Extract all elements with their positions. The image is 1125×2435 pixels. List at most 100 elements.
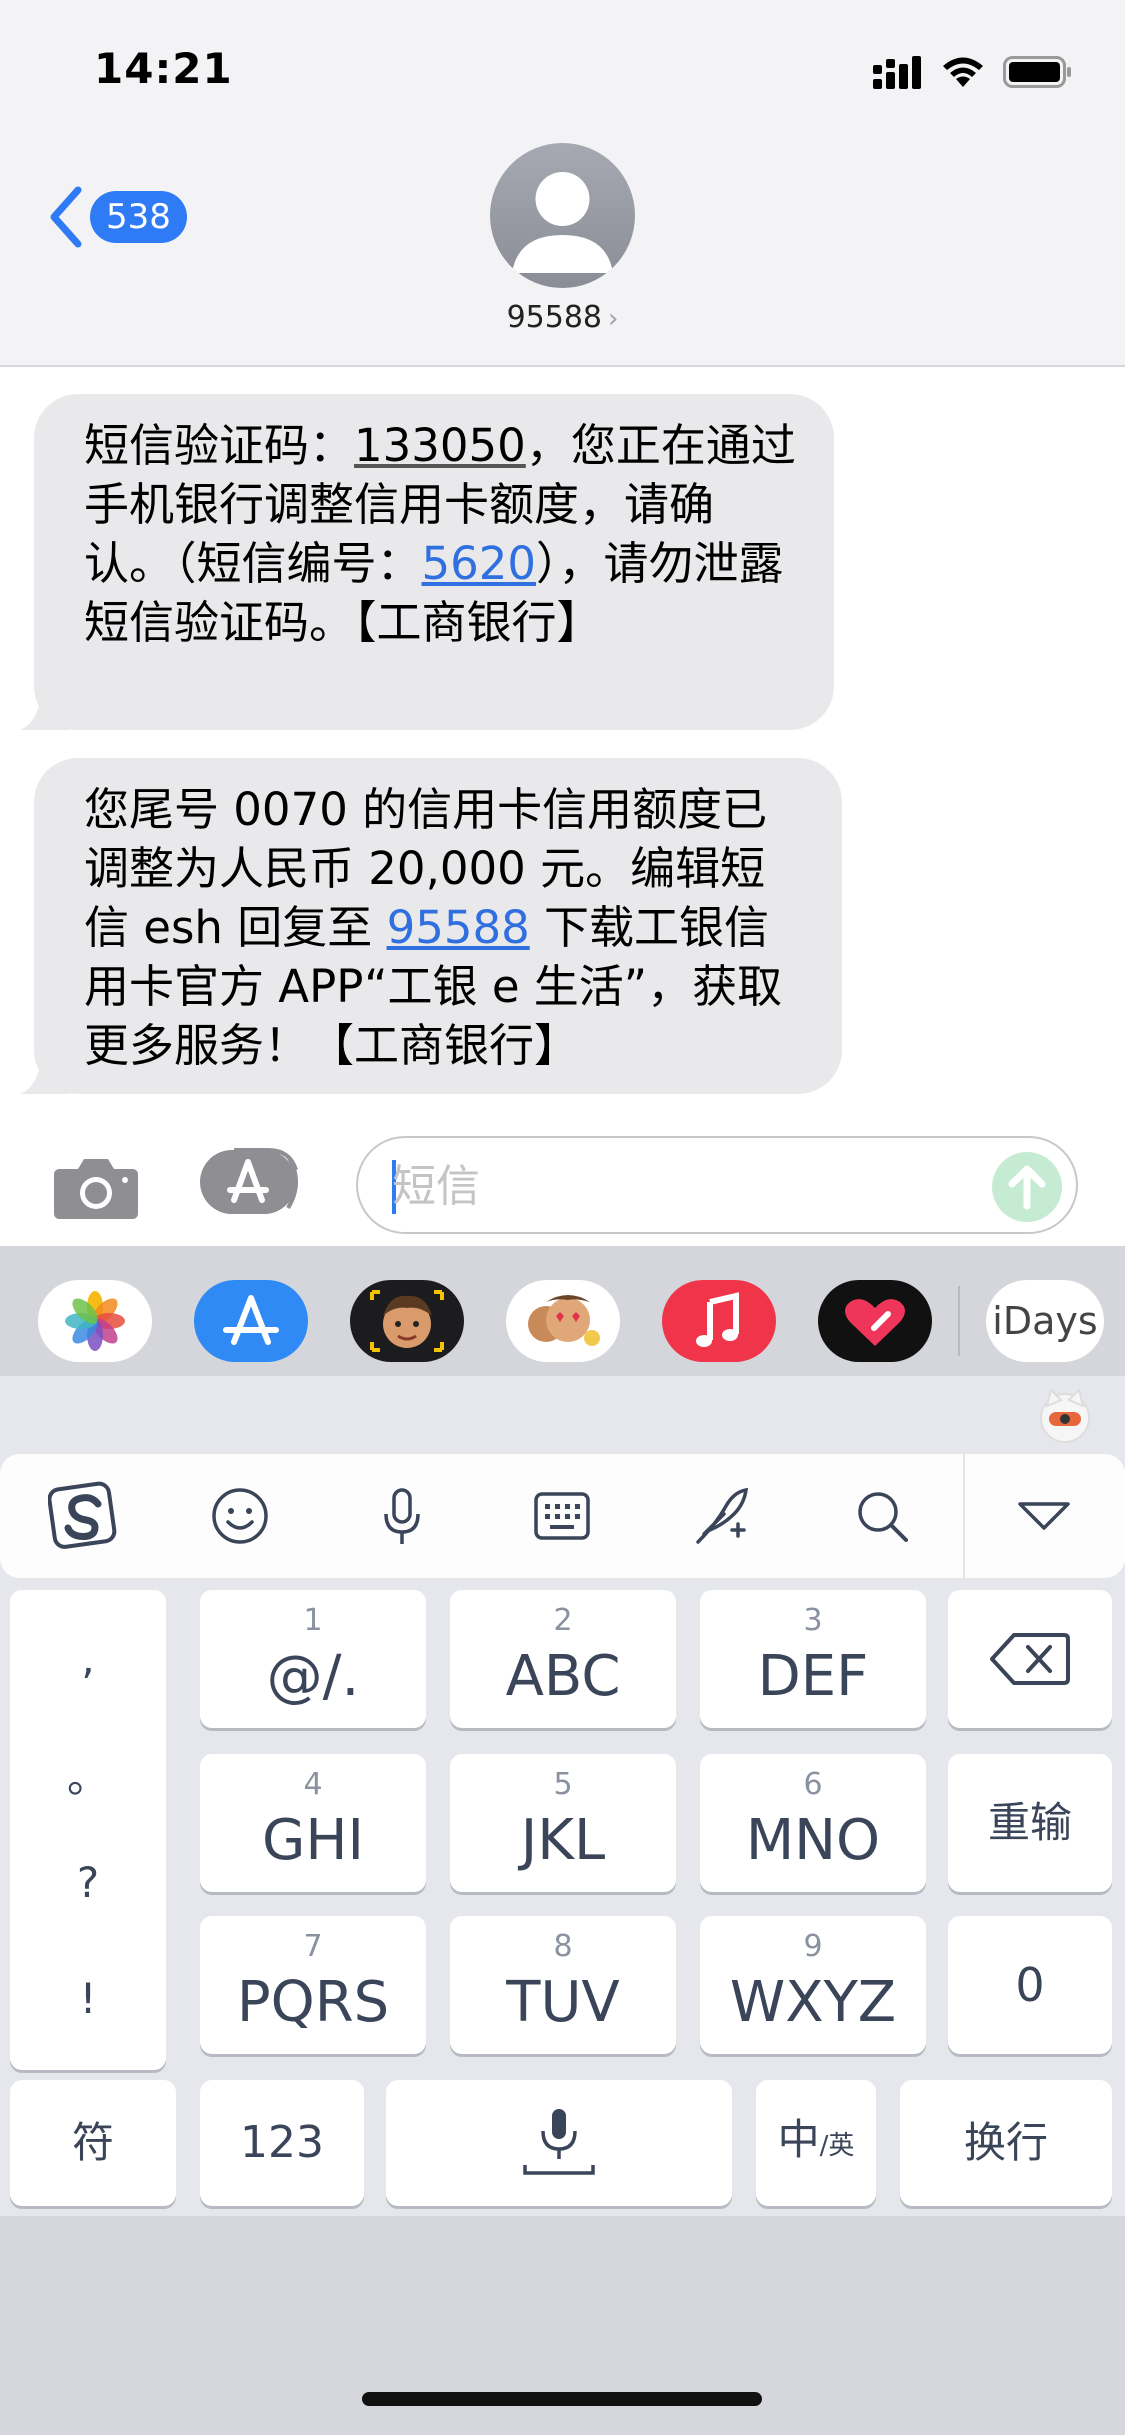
- key-4[interactable]: 4 GHI: [200, 1754, 426, 1892]
- message-text: 短信验证码：: [84, 419, 355, 472]
- key-letters: MNO: [745, 1808, 881, 1873]
- keyboard: , 。 ? ! 1 @/. 2 ABC 3 DEF 4 GHI 5 JKL 6 …: [0, 1376, 1125, 2216]
- key-number: 4: [303, 1767, 323, 1802]
- sogou-logo-icon[interactable]: [48, 1480, 120, 1552]
- emoji-icon[interactable]: [208, 1484, 272, 1548]
- return-key[interactable]: 换行: [900, 2080, 1112, 2206]
- reference-number-link[interactable]: 5620: [422, 537, 537, 590]
- language-switch-key[interactable]: 中/英: [756, 2080, 876, 2206]
- memoji-icon: [370, 1290, 444, 1352]
- message-bubble[interactable]: 您尾号 0070 的信用卡信用额度已调整为人民币 20,000 元。编辑短信 e…: [20, 758, 842, 1094]
- back-button[interactable]: 538: [48, 186, 187, 248]
- punct-exclamation[interactable]: !: [10, 1974, 166, 2023]
- arrow-up-icon: [1008, 1165, 1046, 1210]
- home-indicator[interactable]: [362, 2392, 762, 2406]
- punct-period[interactable]: 。: [10, 1744, 166, 1805]
- send-button[interactable]: [992, 1152, 1062, 1222]
- bubble-tail: [20, 686, 70, 730]
- memoji-app[interactable]: [350, 1280, 464, 1362]
- contact-name[interactable]: 95588 ›: [0, 300, 1125, 335]
- unread-count-badge: 538: [90, 191, 187, 243]
- key-0[interactable]: 0: [948, 1916, 1112, 2054]
- key-number: 7: [303, 1929, 323, 1964]
- bubble-tail: [20, 1050, 70, 1094]
- idays-app[interactable]: iDays: [986, 1280, 1104, 1362]
- contact-number: 95588: [506, 300, 603, 335]
- camera-button[interactable]: [52, 1155, 140, 1225]
- key-letters: PQRS: [236, 1970, 390, 2035]
- battery-icon: [1003, 56, 1071, 88]
- digital-touch-app[interactable]: [818, 1280, 932, 1362]
- chevron-right-icon: ›: [608, 304, 619, 334]
- idays-label: iDays: [992, 1299, 1098, 1343]
- key-letters: WXYZ: [729, 1970, 897, 2035]
- app-drawer-divider: [958, 1286, 960, 1356]
- key-letters: TUV: [506, 1970, 620, 2035]
- cellular-signal-icon: [873, 56, 921, 89]
- key-letters: ABC: [505, 1644, 621, 1709]
- animoji-stickers-app[interactable]: [506, 1280, 620, 1362]
- keyboard-toolbar: [0, 1454, 1125, 1578]
- keyboard-layout-icon[interactable]: [530, 1484, 594, 1548]
- search-icon[interactable]: [850, 1484, 914, 1548]
- message-input-placeholder: 短信: [392, 1161, 480, 1212]
- message-bubble[interactable]: 短信验证码：133050，您正在通过手机银行调整信用卡额度，请确认。（短信编号：…: [20, 394, 834, 730]
- punct-question[interactable]: ?: [10, 1858, 166, 1907]
- key-number: 2: [553, 1603, 573, 1638]
- key-number: 3: [803, 1603, 823, 1638]
- key-5[interactable]: 5 JKL: [450, 1754, 676, 1892]
- photos-app[interactable]: [38, 1280, 152, 1362]
- punctuation-list[interactable]: , 。 ? !: [10, 1590, 166, 2070]
- language-sub: /英: [819, 2131, 855, 2161]
- numbers-label: 123: [240, 2117, 324, 2168]
- symbols-key[interactable]: 符: [10, 2080, 176, 2206]
- key-1[interactable]: 1 @/.: [200, 1590, 426, 1728]
- key-2[interactable]: 2 ABC: [450, 1590, 676, 1728]
- message-input[interactable]: 短信: [356, 1136, 1078, 1234]
- apps-button[interactable]: [200, 1148, 308, 1216]
- return-label: 换行: [963, 2118, 1048, 2167]
- zero-label: 0: [1015, 1958, 1045, 2012]
- key-letters: DEF: [757, 1644, 869, 1709]
- key-9[interactable]: 9 WXYZ: [700, 1916, 926, 2054]
- key-number: 8: [553, 1929, 573, 1964]
- status-time: 14:21: [94, 44, 233, 93]
- punct-comma[interactable]: ,: [10, 1634, 166, 1683]
- key-number: 1: [303, 1603, 323, 1638]
- contact-avatar[interactable]: [490, 143, 635, 288]
- space-voice-key[interactable]: [386, 2080, 732, 2206]
- toolbar-divider: [963, 1454, 965, 1578]
- compose-bar: 短信: [0, 1120, 1125, 1246]
- key-6[interactable]: 6 MNO: [700, 1754, 926, 1892]
- sogou-mascot-icon[interactable]: [1035, 1386, 1095, 1446]
- reenter-key[interactable]: 重输: [948, 1754, 1112, 1892]
- app-store-icon: [200, 1148, 298, 1214]
- camera-icon: [54, 1159, 138, 1219]
- microphone-icon: [523, 2109, 595, 2175]
- chevron-left-icon: [50, 186, 82, 248]
- key-7[interactable]: 7 PQRS: [200, 1916, 426, 2054]
- key-8[interactable]: 8 TUV: [450, 1916, 676, 2054]
- photos-icon: [65, 1291, 125, 1351]
- app-store-app[interactable]: [194, 1280, 308, 1362]
- backspace-icon: [990, 1633, 1070, 1685]
- hide-keyboard-icon[interactable]: [1012, 1484, 1076, 1548]
- app-store-icon: [223, 1295, 279, 1345]
- language-main: 中: [777, 2115, 820, 2164]
- backspace-key[interactable]: [948, 1590, 1112, 1728]
- language-label: 中/英: [756, 2112, 876, 2174]
- microphone-icon[interactable]: [370, 1484, 434, 1548]
- verification-code[interactable]: 133050: [354, 419, 526, 472]
- animoji-icon: [528, 1295, 600, 1346]
- person-icon: [512, 172, 613, 273]
- music-app[interactable]: [662, 1280, 776, 1362]
- handwriting-quill-icon[interactable]: [690, 1484, 754, 1548]
- phone-number-link[interactable]: 95588: [387, 901, 530, 954]
- reenter-label: 重输: [987, 1798, 1072, 1847]
- key-number: 6: [803, 1767, 823, 1802]
- key-number: 5: [553, 1767, 573, 1802]
- key-3[interactable]: 3 DEF: [700, 1590, 926, 1728]
- digital-touch-icon: [845, 1299, 905, 1346]
- numbers-key[interactable]: 123: [200, 2080, 364, 2206]
- status-icons: [873, 52, 1073, 92]
